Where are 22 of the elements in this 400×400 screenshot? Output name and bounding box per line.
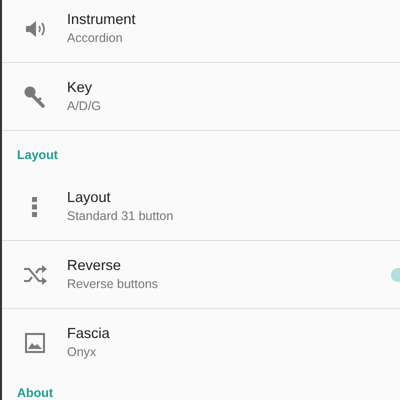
item-subtitle: Accordion [67,30,123,46]
settings-item[interactable]: Instrument Accordion [2,0,400,63]
settings-item[interactable]: Fascia Onyx [2,309,400,377]
item-title: Instrument [67,10,136,28]
toggle-switch[interactable] [391,268,400,282]
more-icon [32,196,38,216]
section-header: About [16,385,54,400]
key-icon [22,84,46,108]
shuffle-icon [22,264,46,284]
settings-item[interactable]: Reverse Reverse buttons [2,241,400,309]
settings-item[interactable]: Layout Standard 31 button [2,173,400,241]
item-subtitle: Onyx [67,344,96,361]
item-title: Fascia [67,325,110,343]
item-subtitle: Reverse buttons [67,276,158,292]
item-title: Layout [67,188,111,206]
item-title: Key [67,78,92,96]
item-subtitle: Standard 31 button [67,208,174,224]
section-header: Layout [16,147,59,164]
item-subtitle: A/D/G [67,98,102,114]
image-icon [24,333,44,353]
settings-item[interactable]: Key A/D/G [2,63,400,131]
item-title: Reverse [67,256,121,274]
